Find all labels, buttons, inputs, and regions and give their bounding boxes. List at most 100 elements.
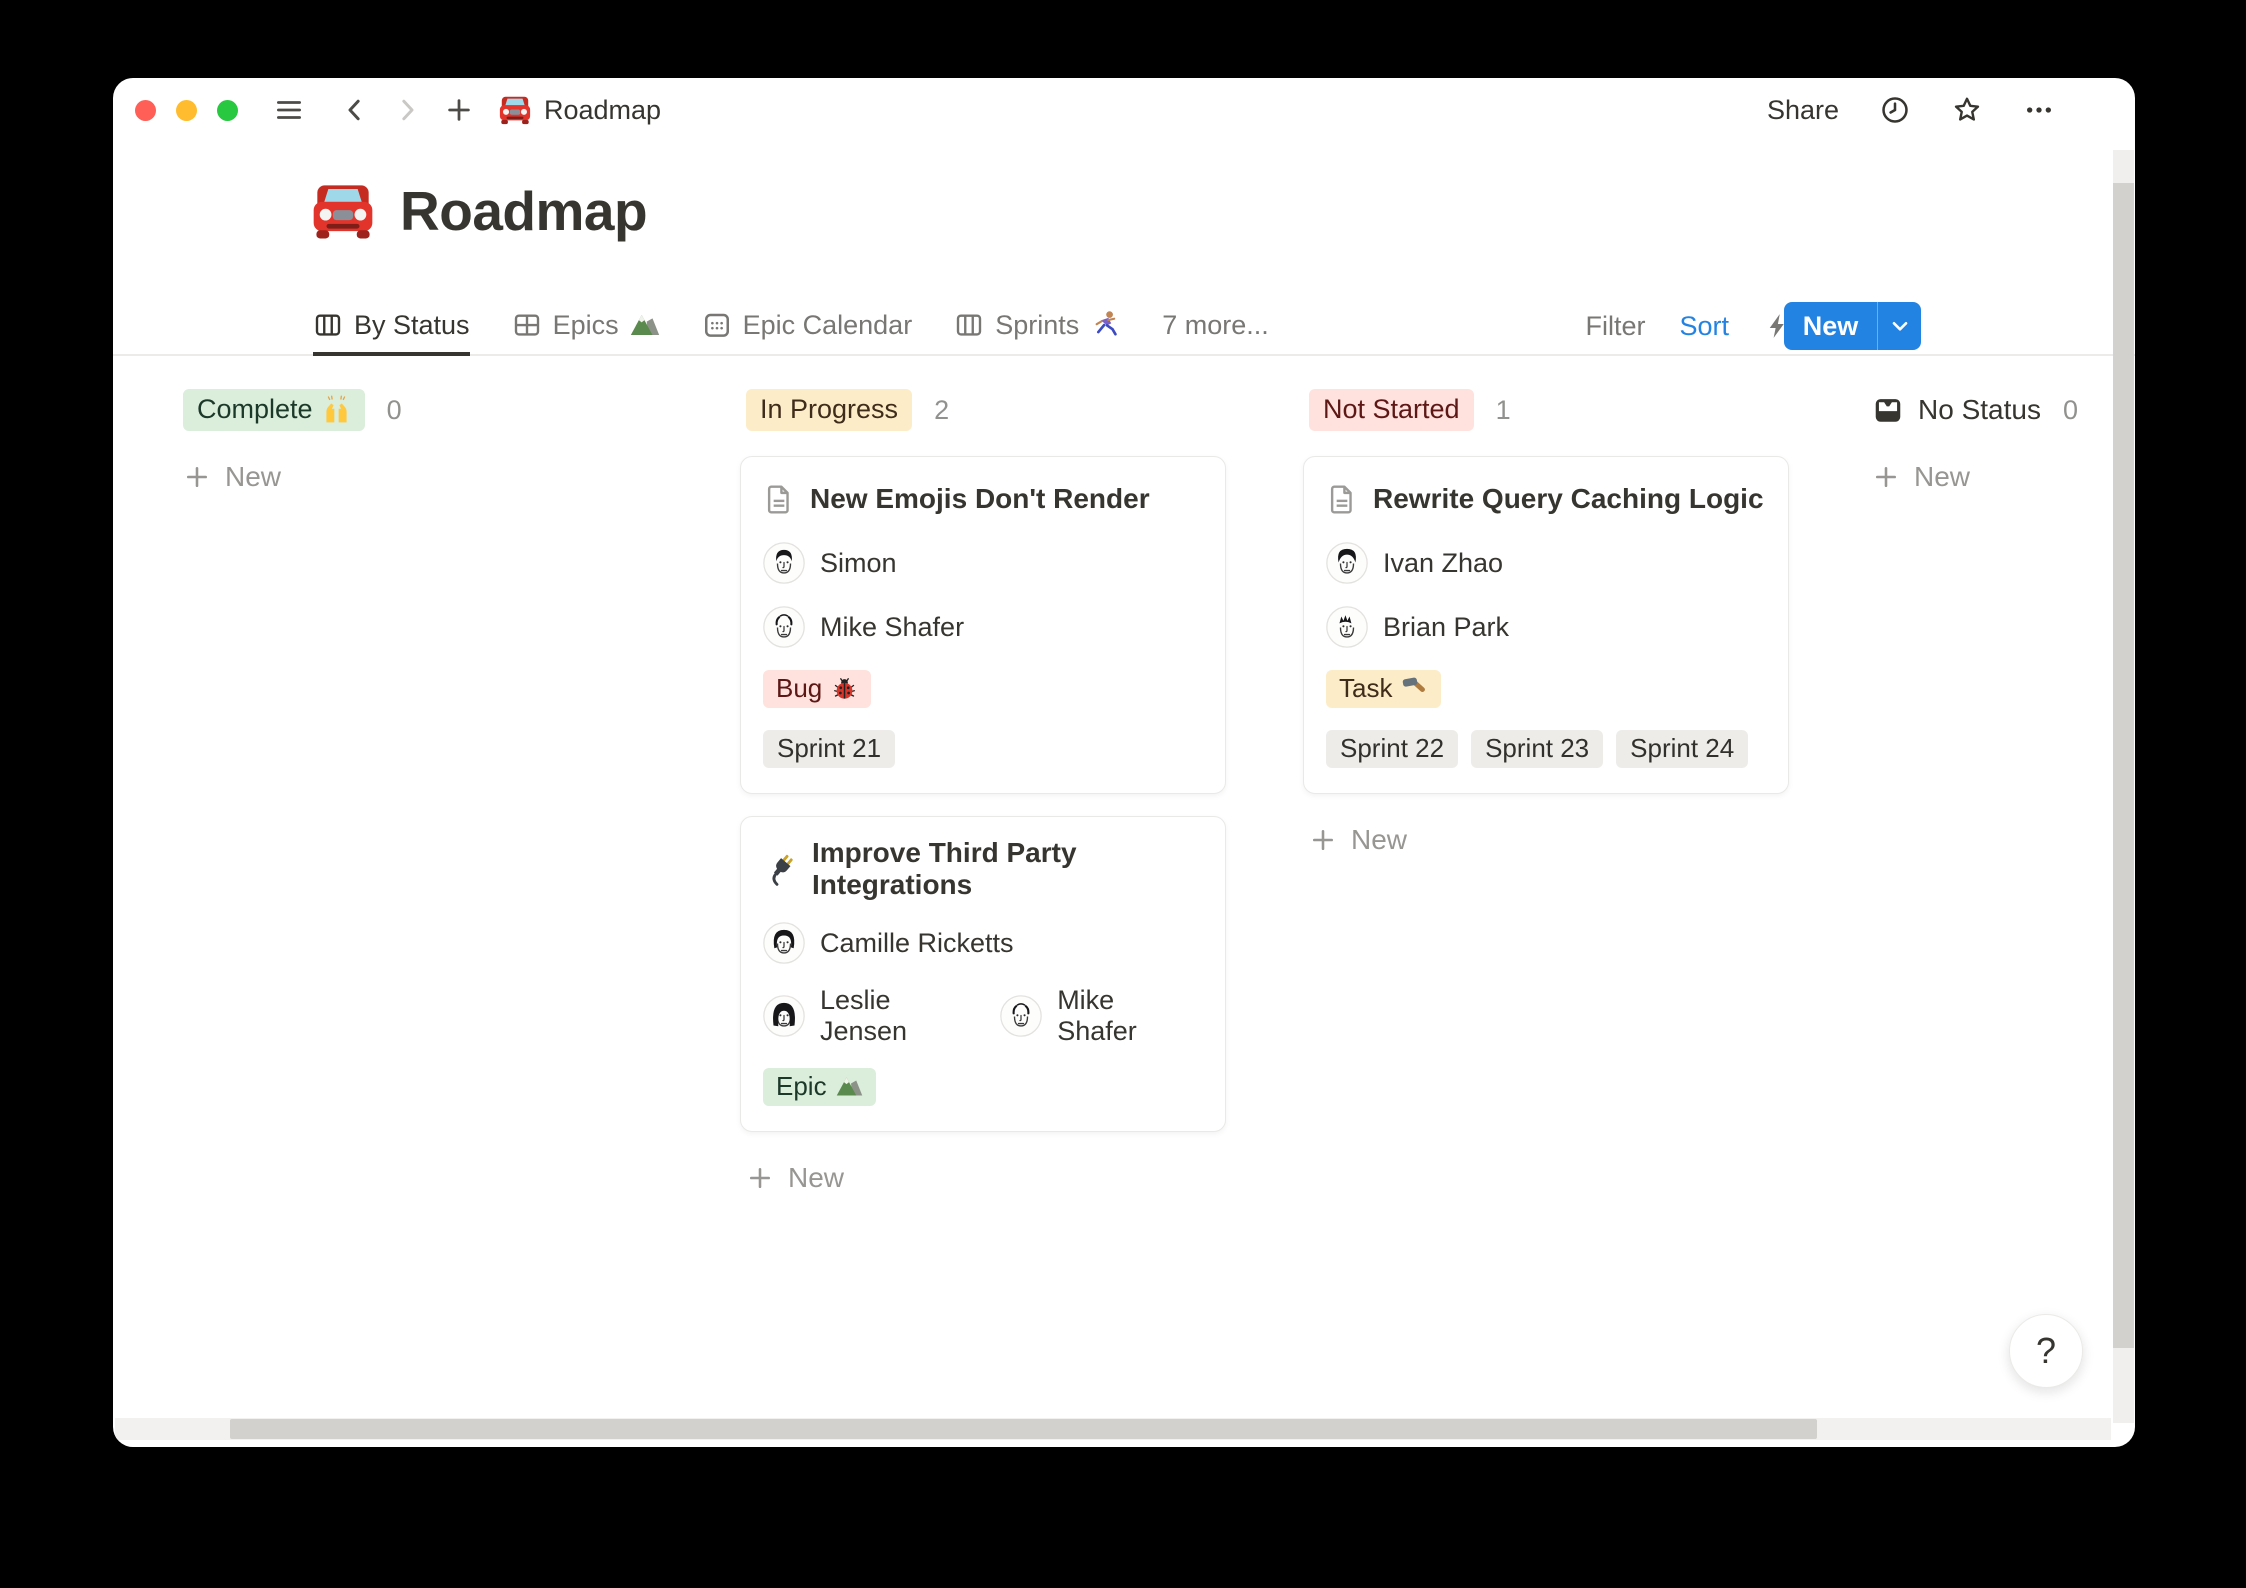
plus-icon xyxy=(183,463,211,491)
ladybug-emoji xyxy=(831,675,858,702)
new-button[interactable]: New xyxy=(1784,302,1877,350)
raised-hands-emoji xyxy=(322,395,351,424)
new-page-icon[interactable] xyxy=(444,95,474,125)
favorite-star-icon[interactable] xyxy=(1951,94,1983,126)
maximize-window-button[interactable] xyxy=(217,100,238,121)
breadcrumb-doc-title[interactable]: Roadmap xyxy=(544,95,661,126)
tab-more-views[interactable]: 7 more... xyxy=(1162,298,1269,356)
board-icon xyxy=(313,310,343,340)
card-new-emojis-dont-render[interactable]: New Emojis Don't Render Simon Mike Shafe… xyxy=(740,456,1226,794)
sidebar-menu-icon[interactable] xyxy=(274,95,304,125)
vertical-scrollbar-thumb[interactable] xyxy=(2113,183,2134,1348)
history-clock-icon[interactable] xyxy=(1879,94,1911,126)
vertical-scrollbar-track[interactable] xyxy=(2113,150,2134,1423)
close-window-button[interactable] xyxy=(135,100,156,121)
card-title: New Emojis Don't Render xyxy=(810,483,1150,515)
assignee-row: Camille Ricketts xyxy=(763,921,1203,965)
sprint-chip: Sprint 21 xyxy=(763,730,895,768)
new-split-button: New xyxy=(1784,302,1921,350)
assignee-row: Ivan Zhao xyxy=(1326,541,1766,585)
page-icon xyxy=(763,483,795,515)
plus-icon xyxy=(1309,826,1337,854)
window-controls xyxy=(135,100,238,121)
view-tabs: By Status Epics Epic Calendar Sprints 7 … xyxy=(313,298,1269,356)
tab-sprints[interactable]: Sprints xyxy=(954,298,1120,356)
column-not-started: Not Started 1 Rewrite Query Caching Logi… xyxy=(1303,390,1789,1194)
new-card-label: New xyxy=(1914,461,1970,493)
tag-row: Bug xyxy=(763,669,1203,709)
chevron-down-icon xyxy=(1888,314,1912,338)
card-title: Improve Third Party Integrations xyxy=(812,837,1203,901)
tag-row: Epic xyxy=(763,1067,1203,1107)
new-card-button[interactable]: New xyxy=(1872,461,2135,493)
new-card-button[interactable]: New xyxy=(183,461,663,493)
help-label: ? xyxy=(2036,1330,2056,1372)
column-header[interactable]: No Status 0 xyxy=(1872,390,2135,430)
app-window: Roadmap Share Roadmap By Status Epics xyxy=(113,78,2135,1447)
column-in-progress: In Progress 2 New Emojis Don't Render Si… xyxy=(740,390,1226,1194)
assignee-name: Mike Shafer xyxy=(1057,985,1185,1047)
runner-emoji xyxy=(1090,310,1120,340)
new-card-label: New xyxy=(788,1162,844,1194)
horizontal-scrollbar-track[interactable] xyxy=(115,1418,2111,1440)
assignee-row: Mike Shafer xyxy=(763,605,1203,649)
status-label: No Status xyxy=(1918,394,2041,426)
column-header[interactable]: Complete 0 xyxy=(183,390,663,430)
view-tabs-row: By Status Epics Epic Calendar Sprints 7 … xyxy=(113,298,2135,356)
page-title: Roadmap xyxy=(400,179,647,243)
back-icon[interactable] xyxy=(340,95,370,125)
board-icon xyxy=(954,310,984,340)
titlebar: Roadmap Share xyxy=(113,78,2135,142)
red-car-emoji xyxy=(498,93,532,127)
mountain-emoji xyxy=(630,310,660,340)
plus-icon xyxy=(746,1164,774,1192)
new-card-label: New xyxy=(225,461,281,493)
card-title-row: Improve Third Party Integrations xyxy=(763,837,1203,901)
avatar xyxy=(763,606,805,648)
new-card-button[interactable]: New xyxy=(1309,824,1789,856)
tag-label: Epic xyxy=(776,1071,827,1102)
tag-epic: Epic xyxy=(763,1068,876,1106)
tag-row: Task xyxy=(1326,669,1766,709)
forward-icon[interactable] xyxy=(392,95,422,125)
help-button[interactable]: ? xyxy=(2009,1314,2083,1388)
tab-epics[interactable]: Epics xyxy=(512,298,660,356)
column-header[interactable]: Not Started 1 xyxy=(1309,390,1789,430)
tab-label: Epic Calendar xyxy=(743,310,913,341)
assignee-name: Mike Shafer xyxy=(820,612,964,643)
status-badge-label: Complete xyxy=(197,393,313,425)
card-title: Rewrite Query Caching Logic xyxy=(1373,483,1764,515)
column-header[interactable]: In Progress 2 xyxy=(746,390,1226,430)
assignee-row: Simon xyxy=(763,541,1203,585)
column-no-status: No Status 0 New xyxy=(1866,390,2135,1194)
assignee-name: Brian Park xyxy=(1383,612,1509,643)
assignee: Leslie Jensen xyxy=(763,985,967,1047)
minimize-window-button[interactable] xyxy=(176,100,197,121)
new-card-button[interactable]: New xyxy=(746,1162,1226,1194)
avatar xyxy=(1000,995,1042,1037)
tag-bug: Bug xyxy=(763,670,871,708)
card-rewrite-query-caching-logic[interactable]: Rewrite Query Caching Logic Ivan Zhao Br… xyxy=(1303,456,1789,794)
tab-epic-calendar[interactable]: Epic Calendar xyxy=(702,298,913,356)
page-icon-red-car-emoji[interactable] xyxy=(310,178,376,244)
card-count: 1 xyxy=(1496,395,1511,426)
assignee-name: Simon xyxy=(820,548,897,579)
tab-label: Epics xyxy=(553,310,619,341)
tab-label: Sprints xyxy=(995,310,1079,341)
assignee-name: Camille Ricketts xyxy=(820,928,1014,959)
plug-emoji xyxy=(763,852,797,886)
page-icon xyxy=(1326,483,1358,515)
share-button[interactable]: Share xyxy=(1767,95,1839,126)
assignee: Mike Shafer xyxy=(1000,985,1185,1047)
tab-by-status[interactable]: By Status xyxy=(313,298,470,356)
assignee-row: Leslie Jensen Mike Shafer xyxy=(763,985,1203,1047)
hammer-emoji xyxy=(1401,675,1428,702)
horizontal-scrollbar-thumb[interactable] xyxy=(230,1419,1817,1439)
card-improve-third-party-integrations[interactable]: Improve Third Party Integrations Camille… xyxy=(740,816,1226,1132)
sort-button[interactable]: Sort xyxy=(1679,311,1729,342)
new-button-dropdown[interactable] xyxy=(1877,302,1921,350)
table-icon xyxy=(512,310,542,340)
filter-button[interactable]: Filter xyxy=(1585,311,1645,342)
no-status-header: No Status xyxy=(1872,394,2041,426)
more-options-icon[interactable] xyxy=(2023,94,2055,126)
